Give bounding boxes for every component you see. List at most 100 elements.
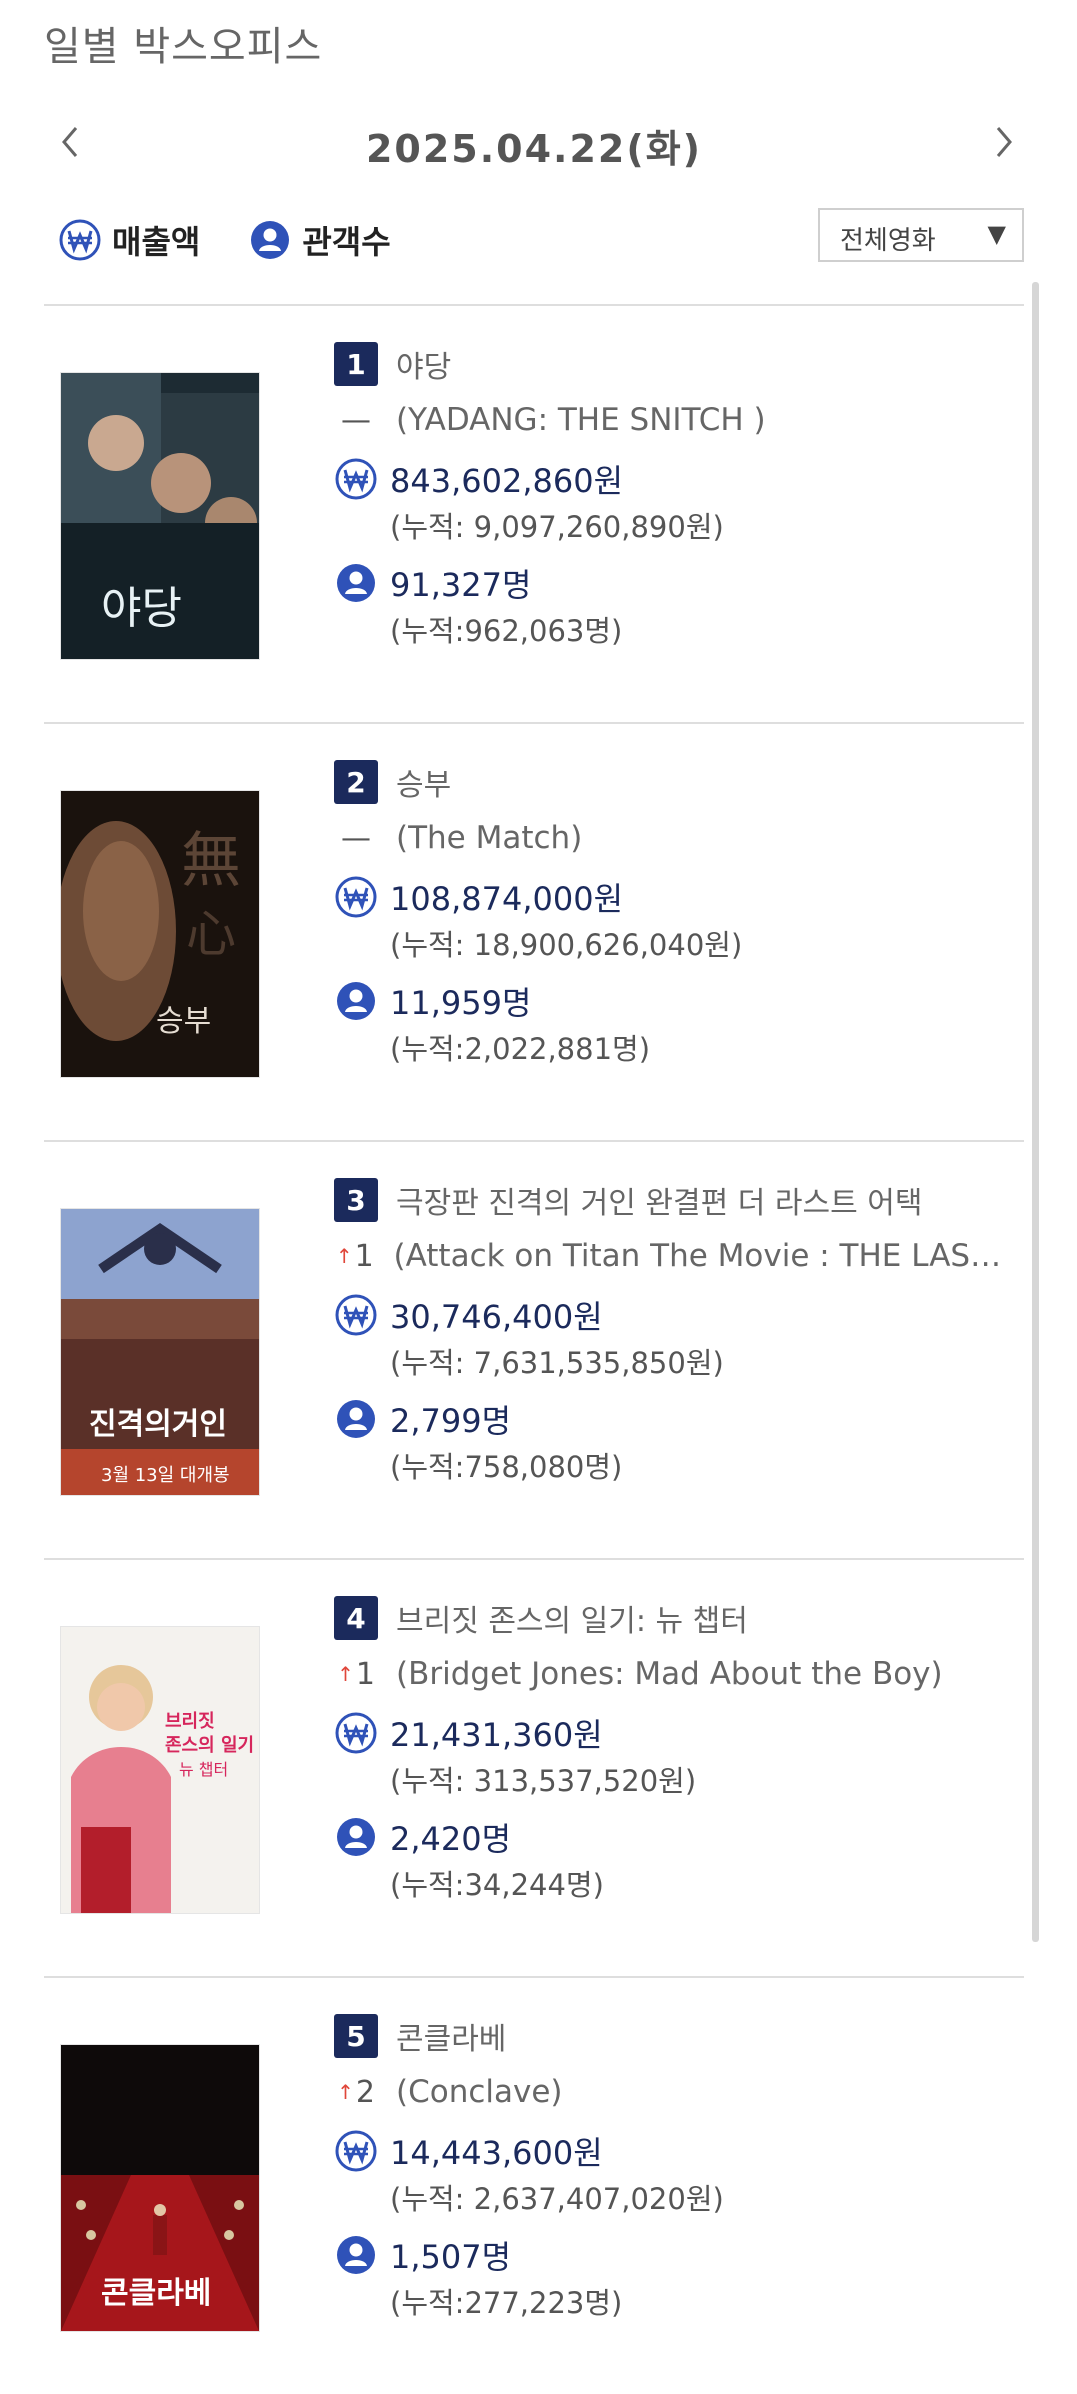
rank-badge: 2 [334,760,378,804]
arrow-up-icon: ↑ [337,2080,354,2104]
movie-info: 2 승부 — (The Match) 108,874,000원 (누적: 18,900,6… [334,758,1014,1072]
svg-text:존스의 일기: 존스의 일기 [165,1735,254,1756]
daily-sales: 30,746,400원 [390,1298,603,1336]
movie-filter-value: 전체영화 [840,226,936,256]
movie-title-korean[interactable]: 브리짓 존스의 일기: 뉴 챕터 [396,1596,748,1640]
won-icon [335,458,377,500]
movie-item[interactable]: 야당 1 야당 — (YADANG: THE SNITCH ) 843,602,860원 (… [44,304,1024,722]
movie-title-korean[interactable]: 콘클라베 [396,2014,506,2058]
cumulative-sales: (누적: 9,097,260,890원) [390,510,724,544]
won-icon [335,1294,377,1336]
person-icon [337,1400,375,1438]
movie-poster[interactable]: 야당 [60,372,260,660]
rank-change: — [334,403,378,438]
next-date-button[interactable] [984,116,1024,168]
cumulative-sales: (누적: 7,631,535,850원) [390,1346,724,1380]
rank-change-value: 1 [355,1656,375,1692]
page-title: 일별 박스오피스 [44,24,323,70]
movie-filter-select[interactable]: 전체영화 ▼ [818,208,1024,262]
cumulative-audience: (누적:2,022,881명) [390,1032,651,1066]
rank-change: ↑ 1 [334,1239,376,1274]
daily-audience: 11,959명 [390,984,532,1022]
movie-poster[interactable]: 콘클라베 [60,2044,260,2332]
person-icon [251,221,290,259]
rank-badge: 5 [334,2014,378,2058]
daily-sales: 14,443,600원 [390,2134,603,2172]
daily-audience: 1,507명 [390,2238,512,2276]
daily-sales: 108,874,000원 [390,880,624,918]
date-navigator: 2025.04.22(화) [44,110,1024,174]
movie-title-english: (Bridget Jones: Mad About the Boy) [396,1656,943,1692]
rank-change: — [334,821,378,856]
person-icon [337,2236,375,2274]
movie-info: 4 브리짓 존스의 일기: 뉴 챕터 ↑ 1 (Bridget Jones: Mad A… [334,1594,1014,1908]
movie-title-english: (The Match) [396,820,583,856]
person-icon [337,1818,375,1856]
won-icon [59,219,101,261]
rank-change: ↑ 2 [334,2075,378,2110]
won-icon [335,1712,377,1754]
rank-badge: 1 [334,342,378,386]
svg-text:3월 13일 대개봉: 3월 13일 대개봉 [101,1465,230,1486]
movie-title-english: (Attack on Titan The Movie : THE LAST A… [393,1238,1014,1274]
movie-title-korean[interactable]: 극장판 진격의 거인 완결편 더 라스트 어택 [396,1178,922,1222]
rank-change-value: 1 [354,1238,374,1274]
svg-text:心: 心 [186,905,236,963]
person-icon [337,982,375,1020]
metric-toggles: 매출액 관객수 [58,212,439,268]
movie-info: 3 극장판 진격의 거인 완결편 더 라스트 어택 ↑ 1 (Attack on Tit… [334,1176,1014,1490]
movie-poster[interactable]: 無心 승부 [60,790,260,1078]
movie-info: 5 콘클라베 ↑ 2 (Conclave) 14,443,600원 (누적: 2,637,4… [334,2012,1014,2326]
cumulative-audience: (누적:34,244명) [390,1868,604,1902]
sales-toggle[interactable]: 매출액 [58,217,200,263]
daily-audience: 2,799명 [390,1402,512,1440]
cumulative-sales: (누적: 313,537,520원) [390,1764,697,1798]
movie-item[interactable]: 진격의거인 3월 13일 대개봉 3 극장판 진격의 거인 완결편 더 라스트 어택 ↑… [44,1140,1024,1558]
won-icon [335,876,377,918]
won-icon [335,2130,377,2172]
sales-toggle-label: 매출액 [112,223,201,261]
movie-item[interactable]: 콘클라베 5 콘클라베 ↑ 2 (Conclave) 14,443,600원 (누적: 2,6… [44,1976,1024,2394]
audience-toggle-label: 관객수 [302,223,391,261]
movie-info: 1 야당 — (YADANG: THE SNITCH ) 843,602,860원 (누적… [334,340,1014,654]
chevron-right-icon [996,127,1012,157]
svg-text:뉴 챕터: 뉴 챕터 [179,1760,228,1779]
rank-change-value: — [341,820,371,856]
person-icon [337,564,375,602]
svg-text:콘클라베: 콘클라베 [101,2276,211,2311]
selected-date: 2025.04.22(화) [365,127,703,171]
movie-poster[interactable]: 진격의거인 3월 13일 대개봉 [60,1208,260,1496]
svg-text:진격의거인: 진격의거인 [89,1407,227,1442]
movie-title-english: (Conclave) [396,2074,563,2110]
scrollbar[interactable] [1032,282,1039,1942]
cumulative-audience: (누적:277,223명) [390,2286,623,2320]
svg-text:브리짓: 브리짓 [165,1711,215,1732]
movie-item[interactable]: 無心 승부 2 승부 — (The Match) 108,874,000원 (누적: 18,9… [44,722,1024,1140]
rank-change-value: 2 [355,2074,375,2110]
boxoffice-list: 야당 1 야당 — (YADANG: THE SNITCH ) 843,602,860원 (… [44,304,1024,2394]
dropdown-arrow-icon: ▼ [987,220,1006,248]
rank-badge: 3 [334,1178,378,1222]
svg-text:無: 無 [181,826,241,896]
arrow-up-icon: ↑ [337,1662,354,1686]
rank-change-value: — [341,402,371,438]
daily-audience: 91,327명 [390,566,532,604]
audience-toggle[interactable]: 관객수 [248,217,391,263]
daily-sales: 21,431,360원 [390,1716,603,1754]
svg-text:야당: 야당 [101,583,182,634]
arrow-up-icon: ↑ [335,1244,353,1268]
rank-change: ↑ 1 [334,1657,378,1692]
movie-title-english: (YADANG: THE SNITCH ) [396,402,766,438]
daily-audience: 2,420명 [390,1820,512,1858]
cumulative-sales: (누적: 18,900,626,040원) [390,928,743,962]
movie-title-korean[interactable]: 야당 [396,342,451,386]
svg-text:승부: 승부 [156,1004,211,1039]
cumulative-audience: (누적:758,080명) [390,1450,623,1484]
movie-poster[interactable]: 브리짓존스의 일기뉴 챕터 [60,1626,260,1914]
movie-title-korean[interactable]: 승부 [396,760,451,804]
movie-item[interactable]: 브리짓존스의 일기뉴 챕터 4 브리짓 존스의 일기: 뉴 챕터 ↑ 1 (Bridget… [44,1558,1024,1976]
daily-sales: 843,602,860원 [390,462,624,500]
cumulative-sales: (누적: 2,637,407,020원) [390,2182,724,2216]
cumulative-audience: (누적:962,063명) [390,614,623,648]
rank-badge: 4 [334,1596,378,1640]
